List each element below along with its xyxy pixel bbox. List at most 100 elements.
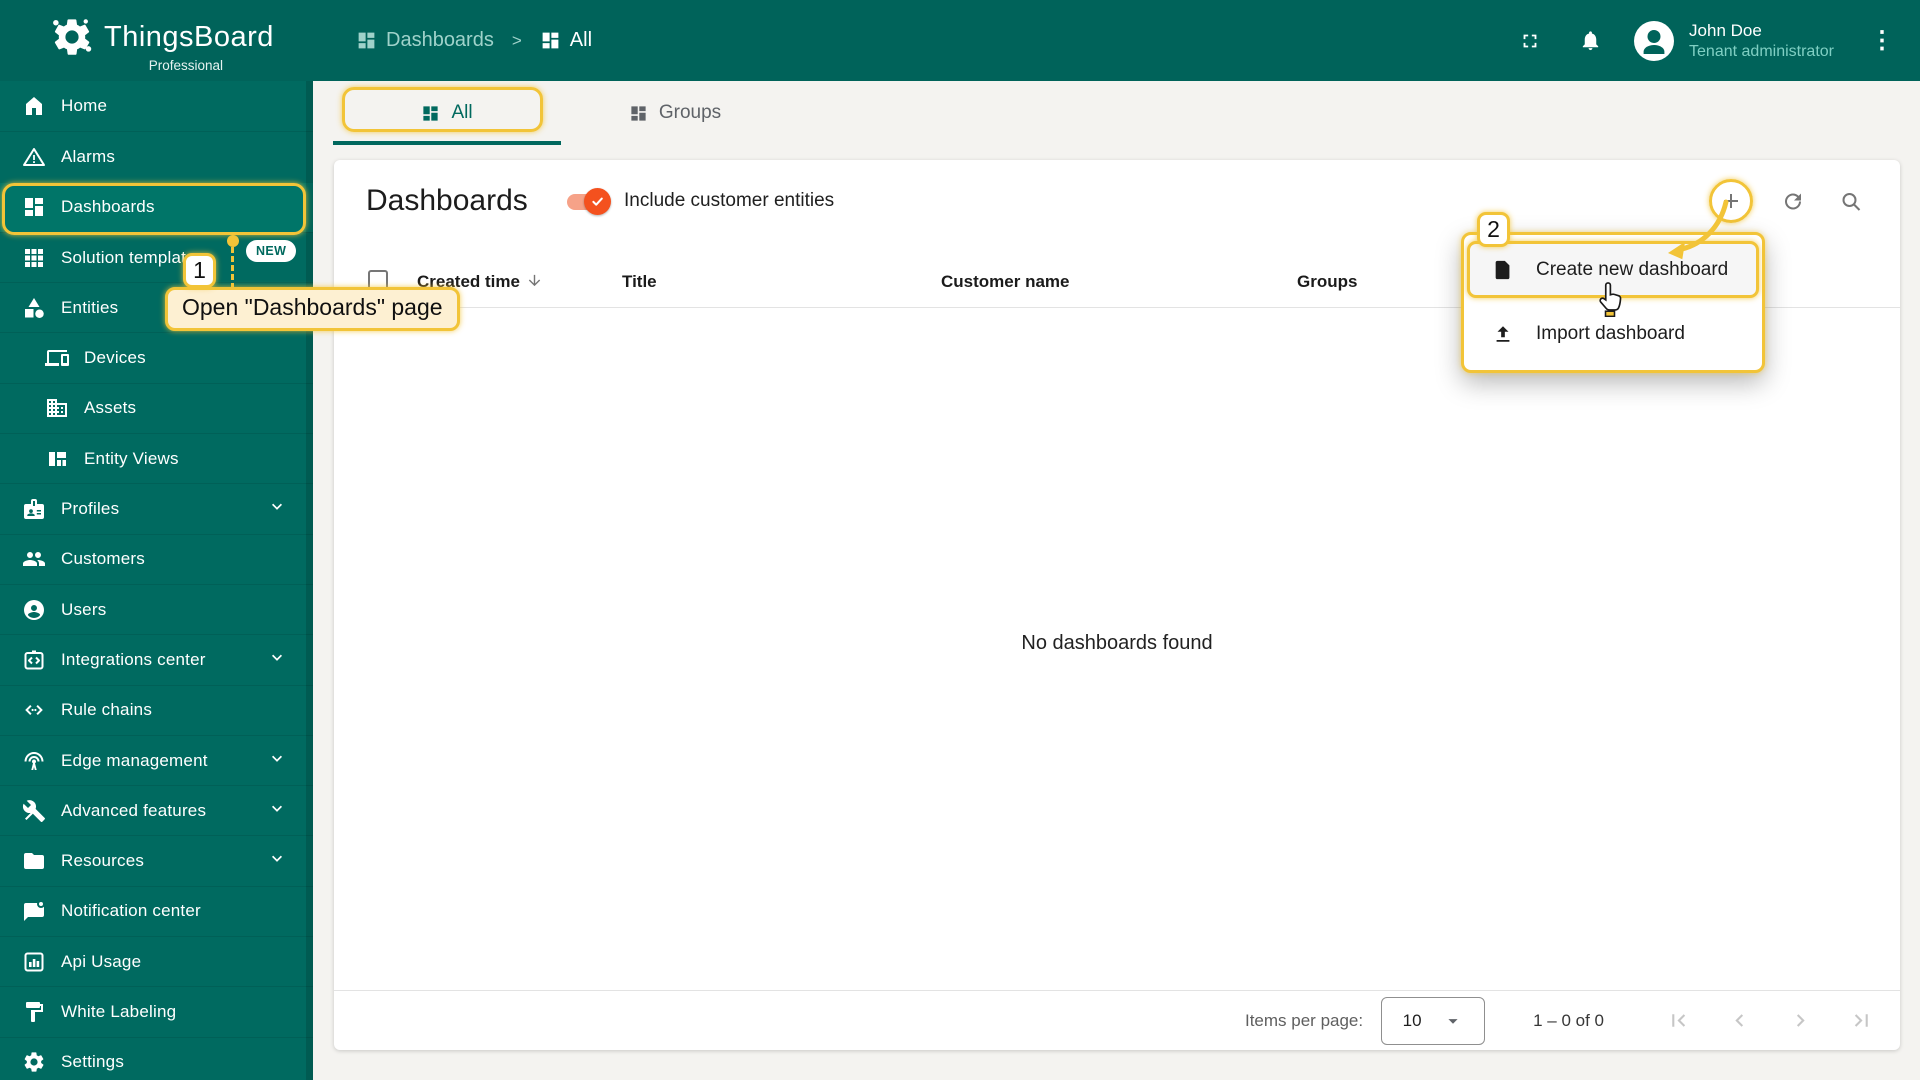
plus-icon <box>1724 194 1738 208</box>
toggle-switch[interactable] <box>565 186 611 216</box>
check-icon <box>592 197 603 206</box>
include-customer-entities-toggle[interactable]: Include customer entities <box>565 186 834 216</box>
sidebar-item-entity-views[interactable]: Entity Views <box>0 433 313 483</box>
sidebar-item-label: Customers <box>61 549 145 569</box>
sidebar-item-label: Devices <box>84 348 146 368</box>
step-number: 1 <box>193 257 206 283</box>
search-icon <box>1842 192 1861 211</box>
menu-item-create-new-dashboard[interactable]: Create new dashboard <box>1467 241 1759 298</box>
header-actions: John Doe Tenant administrator ⋮ <box>1519 0 1920 81</box>
pagination-range: 1 – 0 of 0 <box>1533 1010 1604 1030</box>
first-page-button[interactable] <box>1666 1008 1691 1033</box>
tools-icon <box>22 799 46 823</box>
tab-groups[interactable]: Groups <box>561 81 789 145</box>
sidebar-item-label: Dashboards <box>61 197 155 217</box>
menu-item-label: Create new dashboard <box>1536 258 1729 280</box>
tab-label: Groups <box>658 102 722 123</box>
pagination-nav <box>1666 1008 1874 1033</box>
user-avatar[interactable] <box>1634 20 1675 61</box>
chevron-down-icon <box>267 647 287 672</box>
column-groups[interactable]: Groups <box>1297 272 1357 292</box>
sidebar-item-label: White Labeling <box>61 1001 177 1021</box>
sidebar-item-white-labeling[interactable]: White Labeling <box>0 986 313 1036</box>
sidebar-item-label: Entity Views <box>84 448 179 468</box>
paint-icon <box>22 1000 46 1024</box>
new-badge: NEW <box>246 239 297 262</box>
tab-all[interactable]: All <box>333 81 561 145</box>
column-customer-name[interactable]: Customer name <box>941 272 1069 292</box>
sidebar-scrollbar[interactable] <box>306 81 313 1080</box>
search-button[interactable] <box>1839 189 1863 213</box>
user-info[interactable]: John Doe Tenant administrator <box>1689 20 1834 62</box>
sidebar-item-solution-templates[interactable]: Solution templates NEW <box>0 231 313 282</box>
sidebar-item-integrations-center[interactable]: Integrations center <box>0 634 313 684</box>
sidebar-item-advanced-features[interactable]: Advanced features <box>0 785 313 835</box>
sidebar-item-label: Alarms <box>61 146 116 166</box>
toggle-label: Include customer entities <box>624 190 835 211</box>
dashboard-icon <box>540 30 561 51</box>
sidebar-item-devices[interactable]: Devices <box>0 332 313 382</box>
refresh-icon <box>1785 193 1801 209</box>
breadcrumb-dashboards[interactable]: Dashboards <box>386 29 494 52</box>
sidebar-item-users[interactable]: Users <box>0 583 313 634</box>
account-icon <box>22 598 46 622</box>
menu-item-import-dashboard[interactable]: Import dashboard <box>1470 306 1762 362</box>
breadcrumb: Dashboards > All <box>356 0 592 81</box>
sidebar-item-label: Notification center <box>61 901 201 921</box>
sidebar-item-alarms[interactable]: Alarms <box>0 131 313 181</box>
app-logo[interactable]: ThingsBoard Professional <box>50 14 274 73</box>
sidebar-item-label: Home <box>61 96 108 116</box>
sidebar-item-label: Settings <box>61 1052 125 1072</box>
dashboard-icon <box>421 104 440 123</box>
sidebar-item-settings[interactable]: Settings <box>0 1036 313 1080</box>
sidebar-item-label: Api Usage <box>61 951 142 971</box>
dashboard-icon <box>356 30 377 51</box>
user-role: Tenant administrator <box>1689 42 1834 60</box>
next-page-button[interactable] <box>1788 1008 1813 1033</box>
top-header-bar: ThingsBoard Professional Dashboards > Al… <box>0 0 1920 81</box>
chevron-down-icon <box>267 748 287 773</box>
items-per-page-select[interactable]: 10 <box>1381 996 1486 1045</box>
first-page-icon <box>1672 1014 1686 1027</box>
prev-page-button[interactable] <box>1727 1008 1752 1033</box>
sidebar-item-label: Integrations center <box>61 649 206 669</box>
sidebar-item-edge-management[interactable]: Edge management <box>0 734 313 785</box>
last-page-button[interactable] <box>1849 1008 1874 1033</box>
sidebar-item-label: Advanced features <box>61 800 207 820</box>
app-edition: Professional <box>148 58 223 73</box>
sidebar-item-rule-chains[interactable]: Rule chains <box>0 684 313 735</box>
tab-label: All <box>451 102 473 123</box>
more-vert-icon[interactable]: ⋮ <box>1870 28 1894 53</box>
thingsboard-app: ThingsBoard Professional Dashboards > Al… <box>0 0 1920 1080</box>
bell-icon <box>1582 31 1599 51</box>
refresh-button[interactable] <box>1781 189 1805 213</box>
notifications-button[interactable] <box>1579 29 1602 52</box>
breadcrumb-separator: > <box>511 30 522 50</box>
dashboard-icon <box>629 104 648 123</box>
sidebar-item-resources[interactable]: Resources <box>0 835 313 885</box>
thingsboard-logo-icon <box>53 19 92 55</box>
chevron-right-icon <box>1796 1014 1805 1027</box>
sidebar-item-dashboards[interactable]: Dashboards <box>0 181 313 232</box>
sidebar-item-label: Rule chains <box>61 700 153 720</box>
active-tab-indicator <box>333 141 561 145</box>
column-title[interactable]: Title <box>622 272 657 292</box>
chevron-down-icon <box>267 849 287 874</box>
fullscreen-button[interactable] <box>1519 30 1541 52</box>
sidebar-item-api-usage[interactable]: Api Usage <box>0 936 313 986</box>
sidebar-item-home[interactable]: Home <box>0 81 313 131</box>
sidebar-item-notification-center[interactable]: Notification center <box>0 885 313 936</box>
sidebar-item-assets[interactable]: Assets <box>0 382 313 433</box>
sidebar-item-label: Profiles <box>61 499 120 519</box>
annotation-step-2-badge: 2 <box>1477 212 1510 247</box>
warning-icon <box>22 145 46 169</box>
sidebar-item-profiles[interactable]: Profiles <box>0 483 313 533</box>
sidebar-item-customers[interactable]: Customers <box>0 533 313 584</box>
menu-item-label: Import dashboard <box>1536 323 1685 344</box>
add-dashboard-button[interactable] <box>1719 189 1743 213</box>
sidebar-nav: Home Alarms Dashboards Solution template… <box>0 81 313 1080</box>
annotation-step-1-label: Open "Dashboards" page <box>165 287 460 331</box>
chevron-down-icon <box>267 798 287 823</box>
sort-desc-icon[interactable] <box>526 272 543 294</box>
category-icon <box>22 296 46 320</box>
